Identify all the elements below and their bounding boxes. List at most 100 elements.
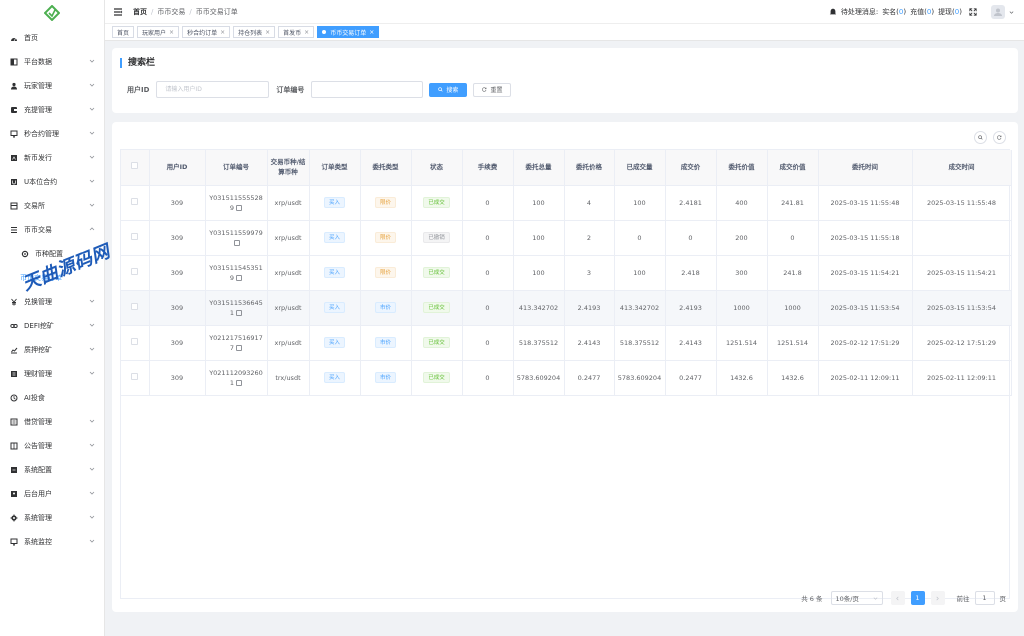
copy-icon[interactable] [236, 204, 243, 211]
sidebar-item-11[interactable]: 兑换管理 [0, 290, 104, 314]
table-row[interactable]: 309 Y0315115555289 xrp/usdt 买入 限价 已成交 0 100 4 100… [121, 185, 1012, 221]
row-checkbox[interactable] [131, 372, 139, 380]
order-no-cell: Y031511559979 [205, 220, 268, 256]
row-checkbox[interactable] [131, 267, 139, 275]
ai-icon [9, 394, 18, 403]
sidebar: 首页 平台数据 玩家管理 充提管理 秒合约管理 新币发行 U本位合约 交易所 币币交易 币种配置币… [0, 0, 105, 636]
close-icon[interactable]: × [169, 29, 174, 36]
status: 已成交 [411, 325, 463, 361]
sidebar-item-6[interactable]: U本位合约 [0, 170, 104, 194]
close-icon[interactable]: × [304, 29, 309, 36]
toggle-search-button[interactable] [974, 131, 987, 144]
sidebar-item-15[interactable]: AI投食 [0, 386, 104, 410]
prev-page-button[interactable] [890, 591, 905, 605]
contract-icon [9, 130, 18, 139]
withdraw-link[interactable]: 提现(0) [938, 7, 962, 17]
sidebar-item-5[interactable]: 新币发行 [0, 146, 104, 170]
sidebar-item-14[interactable]: 理财管理 [0, 362, 104, 386]
copy-icon[interactable] [236, 309, 243, 316]
table-row[interactable]: 309 Y0315115453519 xrp/usdt 买入 限价 已成交 0 100 3 100… [121, 255, 1012, 291]
chevron-up-icon [89, 227, 95, 231]
fullscreen-icon[interactable] [969, 8, 977, 16]
deal-price-cell: 2.418 [665, 255, 717, 291]
table-row[interactable]: 309 Y0211120932601 trx/usdt 买入 市价 已成交 0 5783.60… [121, 360, 1012, 396]
sidebar-item-3[interactable]: 充提管理 [0, 98, 104, 122]
tab-label: 秒合约订单 [187, 29, 218, 37]
sidebar-item-1[interactable]: 平台数据 [0, 50, 104, 74]
sidebar-item-4[interactable]: 秒合约管理 [0, 122, 104, 146]
sidebar-item-16[interactable]: 借贷管理 [0, 410, 104, 434]
sidebar-item-0[interactable]: 首页 [0, 26, 104, 50]
breadcrumb-spot[interactable]: 币币交易 [157, 8, 185, 16]
tab-3[interactable]: 持仓列表 × [233, 26, 276, 38]
copy-icon[interactable] [236, 344, 243, 351]
breadcrumb-home[interactable]: 首页 [133, 8, 147, 16]
total-cell: 100 [513, 220, 565, 256]
tab-2[interactable]: 秒合约订单 × [182, 26, 231, 38]
status-tag: 已成交 [423, 337, 450, 348]
sidebar-item-19[interactable]: 后台用户 [0, 482, 104, 506]
row-checkbox[interactable] [131, 232, 139, 240]
goto-page-input[interactable]: 1 [974, 591, 995, 605]
close-icon[interactable]: × [265, 29, 270, 36]
entrust-type: 市价 [360, 325, 412, 361]
tab-4[interactable]: 首发币 × [278, 26, 315, 38]
user-id-input[interactable] [156, 81, 270, 98]
close-icon[interactable]: × [369, 29, 374, 36]
tab-1[interactable]: 玩家用户 × [137, 26, 180, 38]
bell-icon[interactable] [829, 8, 837, 16]
next-page-button[interactable] [930, 591, 945, 605]
sidebar-item-21[interactable]: 系统监控 [0, 530, 104, 554]
realname-link[interactable]: 实名(0) [882, 7, 906, 17]
copy-icon[interactable] [234, 239, 240, 246]
tab-5[interactable]: 币币交易订单 × [317, 26, 380, 38]
entrust-type-tag: 限价 [374, 197, 396, 208]
close-icon[interactable]: × [220, 29, 225, 36]
row-checkbox[interactable] [131, 197, 139, 205]
page-number-current[interactable]: 1 [910, 591, 925, 605]
table-row[interactable]: 309 Y0212175169177 xrp/usdt 买入 市价 已成交 0 518.375… [121, 325, 1012, 361]
avatar[interactable] [991, 5, 1005, 19]
entrust-type: 限价 [360, 185, 412, 221]
recharge-link[interactable]: 充值(0) [910, 7, 934, 17]
copy-icon[interactable] [236, 379, 243, 386]
row-checkbox[interactable] [131, 337, 139, 345]
sidebar-item-label: 交易所 [24, 202, 45, 210]
page-size-select[interactable]: 10条/页 [830, 591, 883, 605]
tab-label: 玩家用户 [142, 29, 167, 37]
row-checkbox[interactable] [131, 302, 139, 310]
entrust-time-cell: 2025-02-12 17:51:29 [818, 325, 913, 361]
search-button[interactable]: 搜索 [429, 82, 468, 97]
sidebar-item-18[interactable]: 系统配置 [0, 458, 104, 482]
sidebar-item-2[interactable]: 玩家管理 [0, 74, 104, 98]
caret-down-icon[interactable] [1009, 10, 1014, 15]
copy-icon[interactable] [236, 274, 243, 281]
tab-label: 首发币 [283, 29, 302, 37]
sidebar-item-12[interactable]: DEFI挖矿 [0, 314, 104, 338]
chevron-down-icon [89, 419, 95, 423]
tab-0[interactable]: 首页 [112, 26, 135, 38]
refresh-icon [482, 87, 487, 92]
reset-button[interactable]: 重置 [473, 82, 512, 97]
logo[interactable] [0, 0, 104, 26]
sidebar-item-20[interactable]: 系统管理 [0, 506, 104, 530]
order-type: 买入 [309, 325, 361, 361]
chevron-down-icon [89, 299, 95, 303]
refresh-table-button[interactable] [993, 131, 1006, 144]
table-row[interactable]: 309 Y031511559979 xrp/usdt 买入 限价 已撤销 0 100 2 0 0 20… [121, 220, 1012, 256]
order-no-input[interactable] [311, 81, 424, 98]
sidebar-item-8[interactable]: 币币交易 [0, 218, 104, 242]
sidebar-item-13[interactable]: 质押挖矿 [0, 338, 104, 362]
table-row[interactable]: 309 Y0315115366451 xrp/usdt 买入 市价 已成交 0 413.342… [121, 290, 1012, 326]
sidebar-item-17[interactable]: 公告管理 [0, 434, 104, 458]
hamburger-icon[interactable] [113, 7, 123, 17]
row-select-cell [121, 360, 150, 396]
order-type-tag: 买入 [323, 197, 345, 208]
chevron-down-icon [89, 107, 95, 111]
select-all-checkbox[interactable] [131, 162, 139, 170]
entrust-type: 限价 [360, 255, 412, 291]
entrust-value-cell: 400 [716, 185, 768, 221]
total-cell: 100 [513, 255, 565, 291]
sidebar-item-7[interactable]: 交易所 [0, 194, 104, 218]
sidebar-item-label: 质押挖矿 [24, 346, 52, 354]
